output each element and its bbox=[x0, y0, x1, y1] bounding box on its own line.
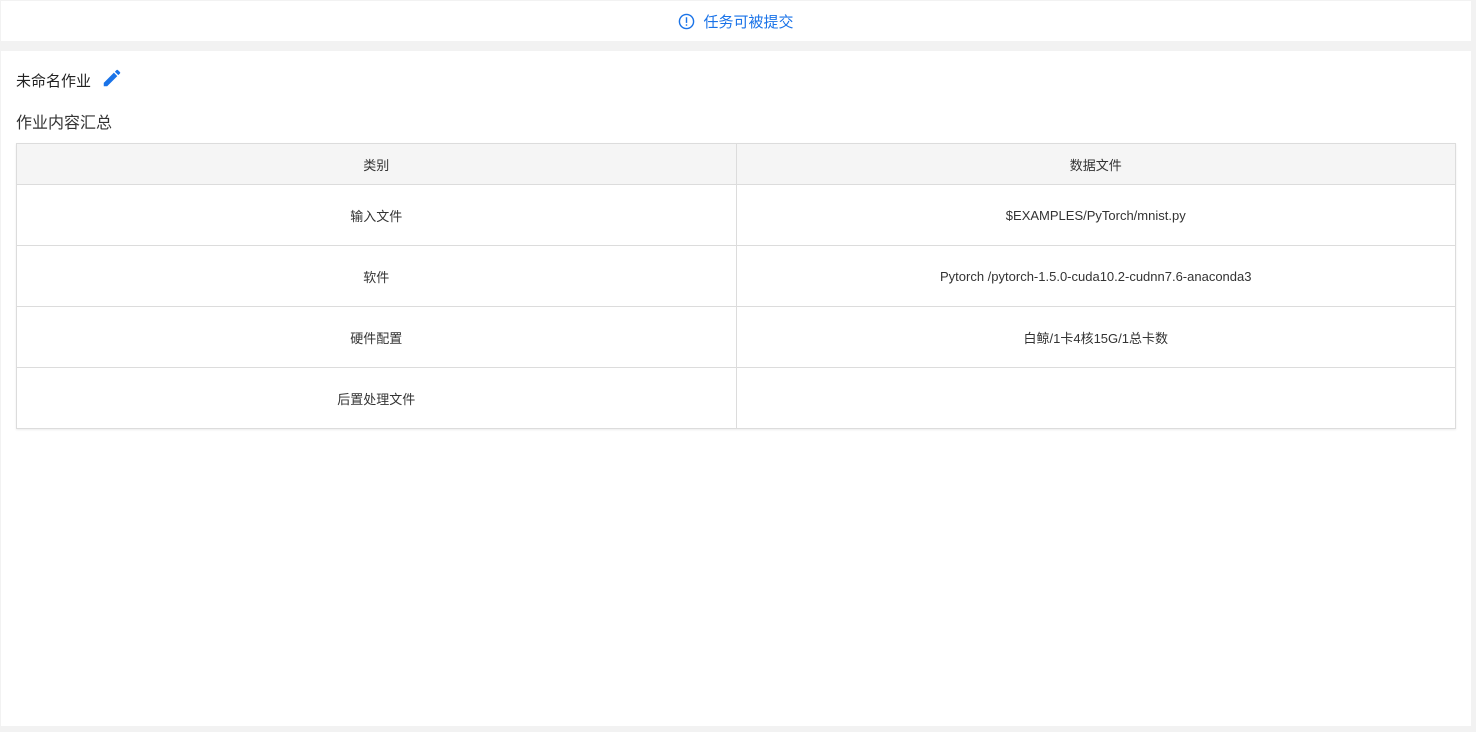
job-summary-table: 类别 数据文件 输入文件 $EXAMPLES/PyTorch/mnist.py … bbox=[16, 143, 1456, 429]
row-value bbox=[735, 367, 1456, 429]
row-category: 后置处理文件 bbox=[16, 367, 737, 429]
summary-section-title: 作业内容汇总 bbox=[16, 115, 113, 132]
table-row: 输入文件 $EXAMPLES/PyTorch/mnist.py bbox=[16, 184, 1456, 246]
submit-status-banner: 任务可被提交 bbox=[1, 1, 1471, 41]
row-value: $EXAMPLES/PyTorch/mnist.py bbox=[735, 184, 1456, 246]
submit-status-text: 任务可被提交 bbox=[703, 13, 794, 31]
job-summary-panel: 未命名作业 作业内容汇总 类别 数据文件 输入文件 $EXAMPLES/PyTo… bbox=[1, 51, 1471, 726]
table-row: 硬件配置 白鲸/1卡4核15G/1总卡数 bbox=[16, 306, 1456, 368]
column-header-category: 类别 bbox=[16, 143, 737, 185]
job-title-row: 未命名作业 bbox=[16, 67, 125, 93]
edit-job-name-button[interactable] bbox=[99, 67, 125, 93]
table-row: 后置处理文件 bbox=[16, 367, 1456, 429]
table-header-row: 类别 数据文件 bbox=[16, 143, 1456, 185]
row-value: Pytorch /pytorch-1.5.0-cuda10.2-cudnn7.6… bbox=[735, 245, 1456, 307]
pencil-icon bbox=[101, 67, 123, 93]
row-category: 输入文件 bbox=[16, 184, 737, 246]
table-row: 软件 Pytorch /pytorch-1.5.0-cuda10.2-cudnn… bbox=[16, 245, 1456, 307]
alert-circle-icon bbox=[678, 13, 695, 30]
column-header-data-file: 数据文件 bbox=[735, 143, 1456, 185]
row-category: 软件 bbox=[16, 245, 737, 307]
row-value: 白鲸/1卡4核15G/1总卡数 bbox=[735, 306, 1456, 368]
job-name: 未命名作业 bbox=[16, 72, 92, 90]
row-category: 硬件配置 bbox=[16, 306, 737, 368]
